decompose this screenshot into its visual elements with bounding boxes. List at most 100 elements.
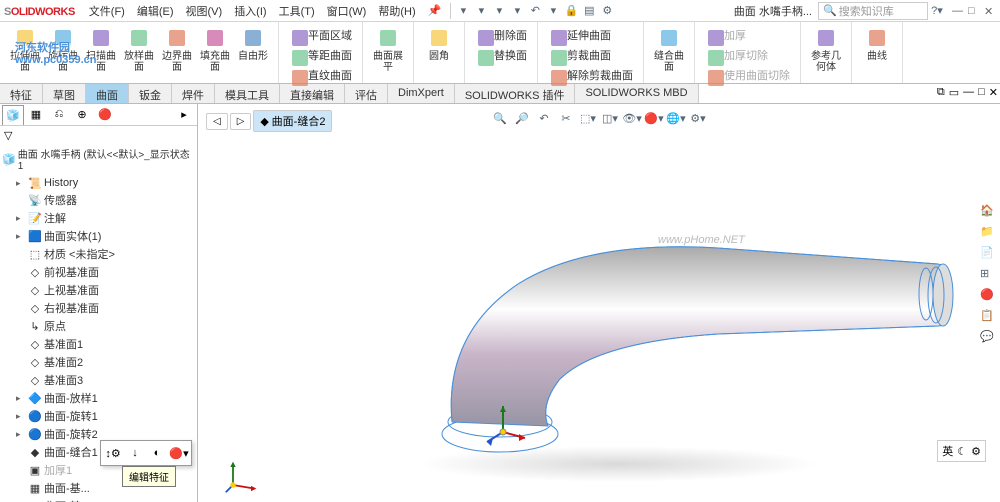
new-icon[interactable]: ▾ [454, 2, 472, 20]
menu-insert[interactable]: 插入(I) [228, 1, 272, 21]
menu-pin-icon[interactable]: 📌 [422, 2, 448, 19]
rebuild-icon[interactable]: 🔒 [562, 2, 580, 20]
menu-view[interactable]: 视图(V) [180, 1, 229, 21]
config-tab-icon[interactable]: ⎌ [48, 105, 70, 125]
ime-status-bar[interactable]: 英 ☾ ⚙ [937, 440, 986, 462]
tab-SOLIDWORKS MBD[interactable]: SOLIDWORKS MBD [575, 84, 698, 103]
custom-props-tab-icon[interactable]: 📋 [980, 309, 998, 327]
ribbon-加厚切除[interactable]: 加厚切除 [703, 46, 792, 64]
tree-item[interactable]: ◇基准面2 [2, 353, 195, 371]
ribbon-替换面[interactable]: 替换面 [473, 46, 529, 64]
ribbon-参考几何体[interactable]: 参考几何体 [807, 24, 845, 75]
filter-icon[interactable]: ▽ [4, 129, 12, 142]
zoom-area-icon[interactable]: 🔎 [512, 108, 532, 128]
hide-show-icon[interactable]: 👁▾ [622, 108, 642, 128]
tree-item[interactable]: ▸🔷曲面-放样1 [2, 389, 195, 407]
tab-草图[interactable]: 草图 [43, 84, 86, 103]
view-orient-icon[interactable]: ⬚▾ [578, 108, 598, 128]
property-tab-icon[interactable]: ▦ [25, 105, 47, 125]
breadcrumb-current[interactable]: ◆ 曲面-缝合2 [253, 110, 332, 132]
tree-item[interactable]: ⬚材质 <未指定> [2, 245, 195, 263]
mdi-x-icon[interactable]: ✕ [989, 86, 998, 99]
select-icon[interactable]: ▾ [544, 2, 562, 20]
ribbon-旋转曲面[interactable]: 旋转曲面 [44, 24, 82, 81]
tree-item[interactable]: ▸🔵曲面-旋转1 [2, 407, 195, 425]
tab-DimXpert[interactable]: DimXpert [388, 84, 455, 103]
undo-icon[interactable]: ↶ [526, 2, 544, 20]
graphics-viewport[interactable]: ◁ ▷ ◆ 曲面-缝合2 🔍 🔎 ↶ ✂ ⬚▾ ◫▾ 👁▾ 🔴▾ 🌐▾ ⚙▾ [198, 104, 1000, 502]
mdi-close-icon[interactable]: □ [978, 86, 985, 99]
ribbon-使用曲面切除[interactable]: 使用曲面切除 [703, 66, 792, 84]
ribbon-剪裁曲面[interactable]: 剪裁曲面 [546, 46, 635, 64]
ribbon-曲面展平[interactable]: 曲面展平 [369, 24, 407, 75]
ribbon-圆角[interactable]: 圆角 [420, 24, 458, 64]
prev-view-icon[interactable]: ↶ [534, 108, 554, 128]
tab-评估[interactable]: 评估 [345, 84, 388, 103]
rollback-icon[interactable]: ◐ [147, 443, 167, 463]
tree-item[interactable]: ▸📜History [2, 175, 195, 191]
print-icon[interactable]: ▾ [508, 2, 526, 20]
ribbon-扫描曲面[interactable]: 扫描曲面 [82, 24, 120, 81]
zoom-fit-icon[interactable]: 🔍 [490, 108, 510, 128]
tab-模具工具[interactable]: 模具工具 [215, 84, 280, 103]
ribbon-解除剪裁曲面[interactable]: 解除剪裁曲面 [546, 66, 635, 84]
mdi-max-icon[interactable]: — [963, 86, 974, 99]
expand-icon[interactable]: ▸ [173, 105, 195, 125]
ribbon-自由形[interactable]: 自由形 [234, 24, 272, 81]
ribbon-放样曲面[interactable]: 放样曲面 [120, 24, 158, 81]
tree-item[interactable]: ▸🟦曲面实体(1) [2, 227, 195, 245]
dim-tab-icon[interactable]: ⊕ [71, 105, 93, 125]
menu-help[interactable]: 帮助(H) [372, 1, 421, 21]
tree-item[interactable]: ◇基准面1 [2, 335, 195, 353]
open-icon[interactable]: ▾ [472, 2, 490, 20]
edit-feature-icon[interactable]: ↕⚙ [103, 443, 123, 463]
breadcrumb-fwd-icon[interactable]: ▷ [230, 113, 252, 130]
tab-焊件[interactable]: 焊件 [172, 84, 215, 103]
tree-item[interactable]: ▸📝注解 [2, 209, 195, 227]
tab-特征[interactable]: 特征 [0, 84, 43, 103]
appearances-tab-icon[interactable]: 🔴 [980, 288, 998, 306]
tree-item[interactable]: ◇基准面3 [2, 371, 195, 389]
ribbon-拉伸曲面[interactable]: 拉伸曲面 [6, 24, 44, 81]
file-explorer-tab-icon[interactable]: 📄 [980, 246, 998, 264]
close-icon[interactable]: ✕ [984, 5, 996, 17]
design-lib-tab-icon[interactable]: 📁 [980, 225, 998, 243]
resources-tab-icon[interactable]: 🏠 [980, 204, 998, 222]
menu-file[interactable]: 文件(F) [83, 1, 131, 21]
ime-gear-icon[interactable]: ⚙ [971, 445, 981, 458]
view-settings-icon[interactable]: ⚙▾ [688, 108, 708, 128]
feature-tree-tab-icon[interactable]: 🧊 [2, 105, 24, 125]
ribbon-曲线[interactable]: 曲线 [858, 24, 896, 64]
tab-钣金[interactable]: 钣金 [129, 84, 172, 103]
help-icon[interactable]: ?▾ [928, 2, 946, 20]
search-knowledge-base[interactable]: 🔍 搜索知识库 [818, 2, 928, 20]
ribbon-平面区域[interactable]: 平面区域 [287, 26, 354, 44]
apply-scene-icon[interactable]: 🌐▾ [666, 108, 686, 128]
ribbon-边界曲面[interactable]: 边界曲面 [158, 24, 196, 81]
ribbon-填充曲面[interactable]: 填充曲面 [196, 24, 234, 81]
forum-tab-icon[interactable]: 💬 [980, 330, 998, 348]
tree-item[interactable]: ◇前视基准面 [2, 263, 195, 281]
menu-window[interactable]: 窗口(W) [321, 1, 373, 21]
save-icon[interactable]: ▾ [490, 2, 508, 20]
tree-item[interactable]: ▦曲面-基... [2, 497, 195, 502]
ribbon-加厚[interactable]: 加厚 [703, 26, 792, 44]
ribbon-删除面[interactable]: 删除面 [473, 26, 529, 44]
minimize-icon[interactable]: — [952, 5, 964, 17]
tree-item[interactable]: 📡传感器 [2, 191, 195, 209]
settings-icon[interactable]: ⚙ [598, 2, 616, 20]
view-triad[interactable] [224, 458, 260, 494]
ribbon-延伸曲面[interactable]: 延伸曲面 [546, 26, 635, 44]
ribbon-缝合曲面[interactable]: 缝合曲面 [650, 24, 688, 75]
menu-tools[interactable]: 工具(T) [273, 1, 321, 21]
ribbon-等距曲面[interactable]: 等距曲面 [287, 46, 354, 64]
ribbon-直纹曲面[interactable]: 直纹曲面 [287, 66, 354, 84]
display-style-icon[interactable]: ◫▾ [600, 108, 620, 128]
breadcrumb-back-icon[interactable]: ◁ [206, 113, 228, 130]
section-view-icon[interactable]: ✂ [556, 108, 576, 128]
tree-root[interactable]: 🧊 曲面 水嘴手柄 (默认<<默认>_显示状态 1 [0, 145, 197, 173]
appearance-tab-icon[interactable]: 🔴 [94, 105, 116, 125]
appearance-icon[interactable]: 🔴▾ [169, 443, 189, 463]
ime-lang[interactable]: 英 [942, 443, 953, 459]
mdi-min-icon[interactable]: ▭ [949, 86, 959, 99]
